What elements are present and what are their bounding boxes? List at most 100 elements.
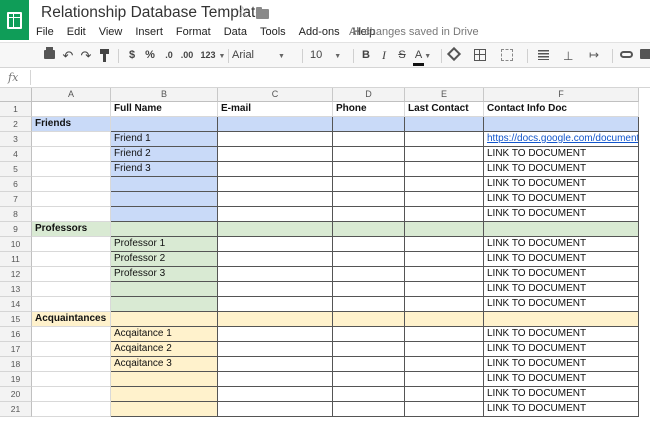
cell-c11[interactable] xyxy=(218,252,333,267)
cell-c20[interactable] xyxy=(218,387,333,402)
select-all-corner[interactable] xyxy=(0,88,32,102)
cell-a19[interactable] xyxy=(32,372,111,387)
cell-d10[interactable] xyxy=(333,237,405,252)
cell-e4[interactable] xyxy=(405,147,484,162)
row-header[interactable]: 15 xyxy=(0,312,32,327)
cell-d6[interactable] xyxy=(333,177,405,192)
cell-e2[interactable] xyxy=(405,117,484,132)
cell-d7[interactable] xyxy=(333,192,405,207)
cell-f1[interactable]: Contact Info Doc xyxy=(484,102,639,117)
cell-f16[interactable]: LINK TO DOCUMENT xyxy=(484,327,639,342)
cell-a7[interactable] xyxy=(32,192,111,207)
cell-e17[interactable] xyxy=(405,342,484,357)
cell-a17[interactable] xyxy=(32,342,111,357)
sheets-logo-icon[interactable] xyxy=(0,0,29,40)
cell-f11[interactable]: LINK TO DOCUMENT xyxy=(484,252,639,267)
cell-b14[interactable] xyxy=(111,297,218,312)
cell-c8[interactable] xyxy=(218,207,333,222)
cell-b6[interactable] xyxy=(111,177,218,192)
redo-icon[interactable]: ↷ xyxy=(80,47,92,64)
row-header[interactable]: 5 xyxy=(0,162,32,177)
cell-f9[interactable] xyxy=(484,222,639,237)
cell-b11[interactable]: Professor 2 xyxy=(111,252,218,267)
row-header[interactable]: 18 xyxy=(0,357,32,372)
cell-a20[interactable] xyxy=(32,387,111,402)
cell-f2[interactable] xyxy=(484,117,639,132)
cell-e6[interactable] xyxy=(405,177,484,192)
cell-e7[interactable] xyxy=(405,192,484,207)
cell-c16[interactable] xyxy=(218,327,333,342)
row-header[interactable]: 3 xyxy=(0,132,32,147)
row-header[interactable]: 16 xyxy=(0,327,32,342)
cell-d12[interactable] xyxy=(333,267,405,282)
row-header[interactable]: 8 xyxy=(0,207,32,222)
cell-a18[interactable] xyxy=(32,357,111,372)
insert-comment-icon[interactable] xyxy=(640,49,650,59)
row-header[interactable]: 13 xyxy=(0,282,32,297)
cell-d8[interactable] xyxy=(333,207,405,222)
cell-f20[interactable]: LINK TO DOCUMENT xyxy=(484,387,639,402)
cell-b17[interactable]: Acqaitance 2 xyxy=(111,342,218,357)
cell-d5[interactable] xyxy=(333,162,405,177)
menu-file[interactable]: File xyxy=(36,26,54,40)
cell-d19[interactable] xyxy=(333,372,405,387)
cell-b21[interactable] xyxy=(111,402,218,417)
cell-b2[interactable] xyxy=(111,117,218,132)
cell-c4[interactable] xyxy=(218,147,333,162)
cell-e13[interactable] xyxy=(405,282,484,297)
cell-f17[interactable]: LINK TO DOCUMENT xyxy=(484,342,639,357)
cell-c13[interactable] xyxy=(218,282,333,297)
vertical-align-icon[interactable]: ⊥ xyxy=(563,49,573,63)
cell-b8[interactable] xyxy=(111,207,218,222)
cell-a13[interactable] xyxy=(32,282,111,297)
bold-button[interactable]: B xyxy=(360,47,372,64)
column-header-c[interactable]: C xyxy=(218,88,333,102)
cell-e18[interactable] xyxy=(405,357,484,372)
percent-format-button[interactable]: % xyxy=(144,47,156,64)
document-title[interactable]: Relationship Database Template xyxy=(41,4,264,22)
cell-e15[interactable] xyxy=(405,312,484,327)
star-icon[interactable]: ☆ xyxy=(236,3,249,21)
cell-f3[interactable]: https://docs.google.com/document/d/ xyxy=(484,132,639,147)
column-header-f[interactable]: F xyxy=(484,88,639,102)
row-header[interactable]: 21 xyxy=(0,402,32,417)
cell-a1[interactable] xyxy=(32,102,111,117)
cell-f15[interactable] xyxy=(484,312,639,327)
cell-e3[interactable] xyxy=(405,132,484,147)
row-header[interactable]: 14 xyxy=(0,297,32,312)
cell-f21[interactable]: LINK TO DOCUMENT xyxy=(484,402,639,417)
text-color-button[interactable]: A ▼ xyxy=(412,47,432,66)
cell-c9[interactable] xyxy=(218,222,333,237)
print-icon[interactable] xyxy=(44,47,55,59)
paint-format-icon[interactable] xyxy=(100,49,109,62)
column-header-e[interactable]: E xyxy=(405,88,484,102)
cell-a4[interactable] xyxy=(32,147,111,162)
cell-b13[interactable] xyxy=(111,282,218,297)
cell-f13[interactable]: LINK TO DOCUMENT xyxy=(484,282,639,297)
cell-e19[interactable] xyxy=(405,372,484,387)
cell-e11[interactable] xyxy=(405,252,484,267)
cell-d21[interactable] xyxy=(333,402,405,417)
cell-f14[interactable]: LINK TO DOCUMENT xyxy=(484,297,639,312)
menu-insert[interactable]: Insert xyxy=(135,26,163,40)
undo-icon[interactable]: ↶ xyxy=(62,47,74,64)
cell-f8[interactable]: LINK TO DOCUMENT xyxy=(484,207,639,222)
cell-d11[interactable] xyxy=(333,252,405,267)
font-size-select[interactable]: 10 ▼ xyxy=(310,47,348,64)
cell-b19[interactable] xyxy=(111,372,218,387)
cell-a5[interactable] xyxy=(32,162,111,177)
menu-tools[interactable]: Tools xyxy=(260,26,286,40)
cell-a6[interactable] xyxy=(32,177,111,192)
cell-c17[interactable] xyxy=(218,342,333,357)
cell-e10[interactable] xyxy=(405,237,484,252)
cell-d13[interactable] xyxy=(333,282,405,297)
italic-button[interactable]: I xyxy=(379,47,389,64)
column-header-d[interactable]: D xyxy=(333,88,405,102)
folder-icon[interactable] xyxy=(256,7,269,19)
cell-e14[interactable] xyxy=(405,297,484,312)
text-wrap-icon[interactable]: ↦ xyxy=(589,48,599,62)
row-header[interactable]: 12 xyxy=(0,267,32,282)
cell-c21[interactable] xyxy=(218,402,333,417)
cell-f19[interactable]: LINK TO DOCUMENT xyxy=(484,372,639,387)
cell-b3[interactable]: Friend 1 xyxy=(111,132,218,147)
